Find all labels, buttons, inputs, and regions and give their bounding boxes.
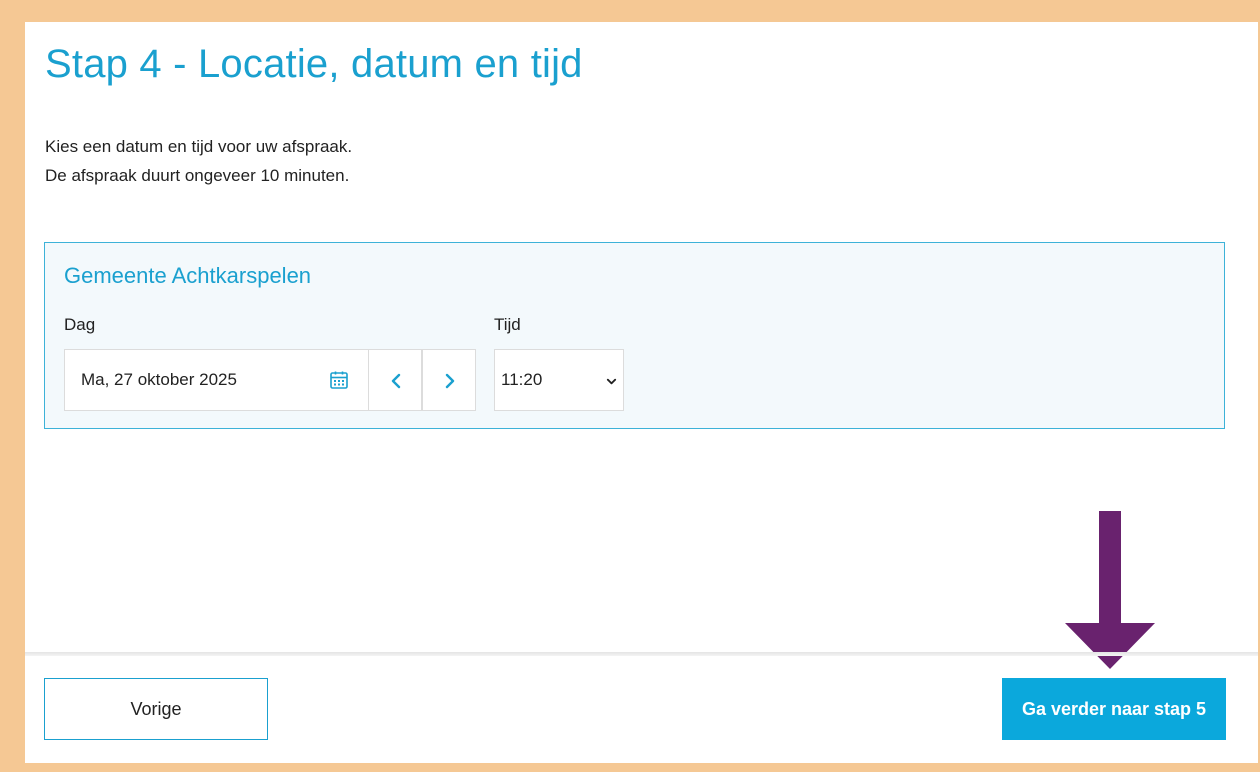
time-select[interactable]: 11:20 [494, 349, 624, 411]
date-picker-field[interactable]: Ma, 27 oktober 2025 [64, 349, 369, 411]
selected-date: Ma, 27 oktober 2025 [81, 370, 237, 389]
time-label: Tijd [494, 315, 521, 334]
day-label: Dag [64, 315, 96, 334]
arrow-down-icon [1065, 511, 1155, 669]
location-panel: Gemeente Achtkarspelen Dag Tijd Ma, 27 o… [44, 242, 1225, 429]
previous-day-button[interactable] [368, 349, 422, 411]
footer-divider [25, 652, 1258, 656]
next-step-button[interactable]: Ga verder naar stap 5 [1002, 678, 1226, 740]
intro-text: Kies een datum en tijd voor uw afspraak.… [45, 132, 352, 190]
location-name: Gemeente Achtkarspelen [64, 263, 312, 288]
selected-time: 11:20 [501, 370, 543, 389]
page-title: Stap 4 - Locatie, datum en tijd [45, 42, 583, 86]
chevron-right-icon [445, 373, 455, 389]
chevron-left-icon [391, 373, 401, 389]
intro-line-choose: Kies een datum en tijd voor uw afspraak. [45, 137, 353, 156]
chevron-down-icon [606, 378, 617, 385]
next-day-button[interactable] [422, 349, 476, 411]
calendar-icon[interactable] [329, 370, 349, 390]
intro-line-duration: De afspraak duurt ongeveer 10 minuten. [45, 166, 350, 185]
appointment-page: Stap 4 - Locatie, datum en tijd Kies een… [25, 22, 1258, 763]
previous-button[interactable]: Vorige [44, 678, 268, 740]
